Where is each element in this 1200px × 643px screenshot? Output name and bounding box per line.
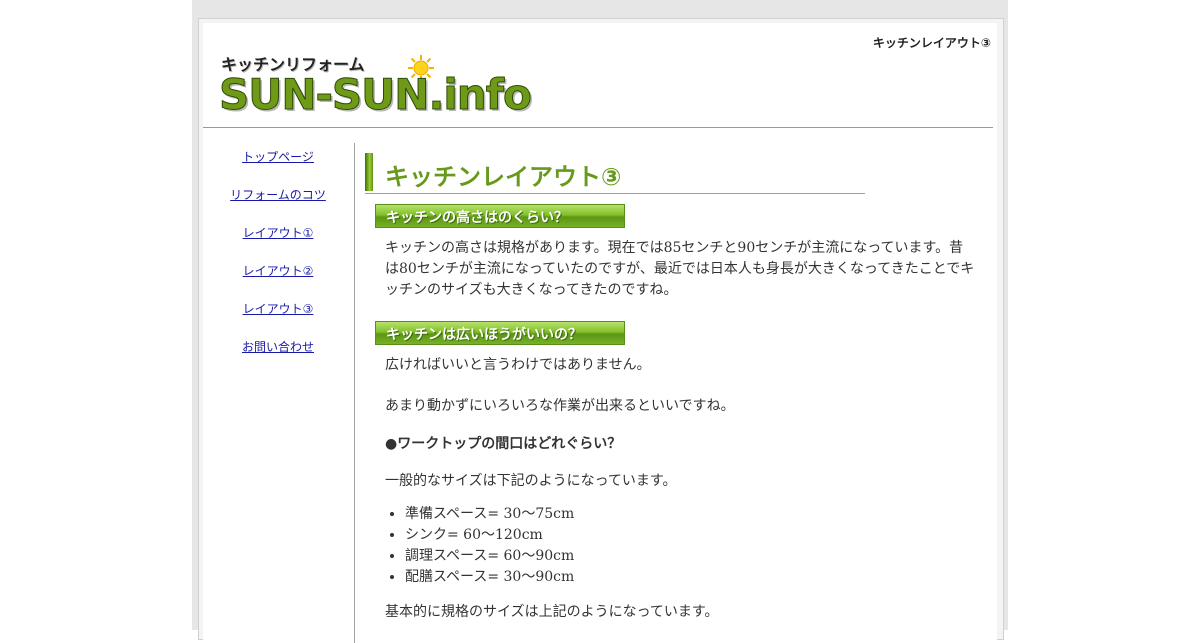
list-item: 調理スペース= 60～90cm <box>405 546 975 567</box>
page-frame: キッチンレイアウト③ キッチンリフォーム SUN-SUN.info トップページ <box>198 18 1004 643</box>
sidebar-item-tips[interactable]: リフォームのコツ <box>203 181 353 219</box>
page-background: キッチンレイアウト③ キッチンリフォーム SUN-SUN.info トップページ <box>192 0 1008 643</box>
sidebar-item-layout-3[interactable]: レイアウト③ <box>203 295 353 333</box>
site-logo[interactable]: キッチンリフォーム SUN-SUN.info <box>219 51 532 123</box>
column-divider <box>354 143 355 643</box>
sidebar-nav: トップページ リフォームのコツ レイアウト① レイアウト② レイアウト③ お問い… <box>203 143 353 371</box>
logo-wordmark: SUN-SUN.info <box>219 70 533 120</box>
header-divider <box>203 127 993 128</box>
paragraph: 基本的に規格のサイズは上記のようになっています。 <box>385 604 719 620</box>
page-heading: キッチンレイアウト③ <box>365 153 865 194</box>
list-item: シンク= 60～120cm <box>405 525 975 546</box>
page-body: キッチンレイアウト③ キッチンリフォーム SUN-SUN.info トップページ <box>203 23 997 643</box>
page-title: キッチンレイアウト③ <box>385 163 622 191</box>
subheading: ●ワークトップの間口はどれぐらい？ <box>385 436 622 452</box>
section-title: キッチンは広いほうがいいの？ <box>386 327 582 343</box>
section-title: キッチンの高さはのくらい？ <box>386 210 568 226</box>
heading-accent-bar <box>365 153 373 191</box>
sidebar-item-layout-1[interactable]: レイアウト① <box>203 219 353 257</box>
list-item: 準備スペース= 30～75cm <box>405 504 975 525</box>
list-item: 配膳スペース= 30～90cm <box>405 567 975 588</box>
sidebar-item-contact[interactable]: お問い合わせ <box>203 333 353 371</box>
size-list: 準備スペース= 30～75cm シンク= 60～120cm 調理スペース= 60… <box>405 504 975 588</box>
corner-title: キッチンレイアウト③ <box>872 36 991 50</box>
section-heading-height: キッチンの高さはのくらい？ <box>375 204 625 228</box>
section-body: キッチンの高さは規格があります。現在では85センチと90センチが主流になっていま… <box>385 240 975 298</box>
paragraph: あまり動かずにいろいろな作業が出来るといいですね。 <box>385 398 735 414</box>
sidebar-item-top[interactable]: トップページ <box>203 143 353 181</box>
paragraph: 広ければいいと言うわけではありません。 <box>385 357 651 373</box>
paragraph: 一般的なサイズは下記のようになっています。 <box>385 473 677 489</box>
main-content: キッチンレイアウト③ キッチンの高さはのくらい？ キッチンの高さは規格があります… <box>365 153 975 623</box>
sidebar-item-layout-2[interactable]: レイアウト② <box>203 257 353 295</box>
section-heading-size: キッチンは広いほうがいいの？ <box>375 321 625 345</box>
